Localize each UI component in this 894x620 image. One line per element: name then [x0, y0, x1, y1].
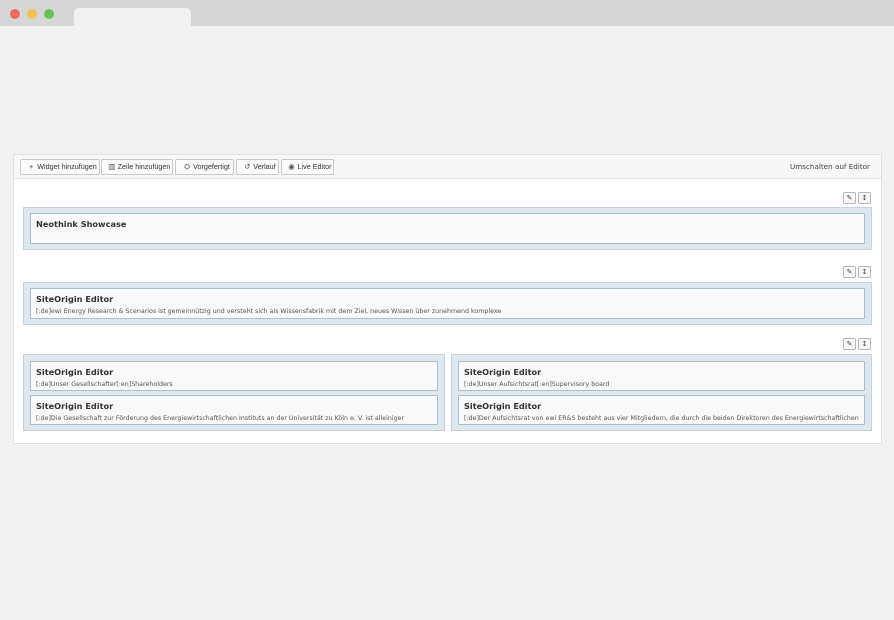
- close-window-icon[interactable]: [10, 9, 20, 19]
- wrench-icon[interactable]: ✎: [843, 192, 856, 204]
- widget-description: [:de]Unser Gesellschafter[:en]Shareholde…: [36, 381, 173, 388]
- live-editor-button[interactable]: ◉ Live Editor: [281, 159, 334, 175]
- live-editor-label: Live Editor: [297, 162, 332, 171]
- prebuilt-label: Vorgefertigt: [193, 162, 230, 171]
- row-2: SiteOrigin Editor [:de]ewi Energy Resear…: [23, 282, 872, 325]
- browser-chrome: [0, 0, 894, 26]
- wrench-icon[interactable]: ✎: [843, 266, 856, 278]
- widget-description: [:de]ewi Energy Research & Scenarios ist…: [36, 308, 502, 315]
- prebuilt-button[interactable]: ⛭ Vorgefertigt: [175, 159, 234, 175]
- row-3-cell-1: SiteOrigin Editor [:de]Unser Gesellschaf…: [23, 354, 445, 431]
- history-label: Verlauf: [253, 162, 276, 171]
- widget-siteorigin-editor[interactable]: SiteOrigin Editor [:de]ewi Energy Resear…: [30, 288, 865, 319]
- widget-title: SiteOrigin Editor: [36, 294, 114, 304]
- plus-icon: +: [29, 162, 34, 171]
- widget-title: SiteOrigin Editor: [464, 367, 542, 377]
- wrench-icon[interactable]: ✎: [843, 338, 856, 350]
- widget-siteorigin-editor[interactable]: SiteOrigin Editor [:de]Unser Aufsichtsra…: [458, 361, 865, 391]
- add-row-button[interactable]: ▥ Zeile hinzufügen: [101, 159, 173, 175]
- widget-siteorigin-editor[interactable]: SiteOrigin Editor [:de]Die Gesellschaft …: [30, 395, 438, 425]
- widget-title: Neothink Showcase: [36, 219, 127, 229]
- eye-icon: ◉: [288, 162, 295, 171]
- history-button[interactable]: ↺ Verlauf: [236, 159, 279, 175]
- builder-toolbar: + Widget hinzufügen ▥ Zeile hinzufügen ⛭ Vo…: [14, 155, 881, 179]
- widget-title: SiteOrigin Editor: [36, 401, 114, 411]
- widget-description: [:de]Die Gesellschaft zur Förderung des …: [36, 415, 405, 422]
- layouts-icon: ⛭: [184, 162, 191, 171]
- move-icon[interactable]: ↕: [858, 338, 871, 350]
- history-icon: ↺: [244, 162, 251, 171]
- widget-title: SiteOrigin Editor: [36, 367, 114, 377]
- browser-tab[interactable]: [74, 8, 191, 26]
- row-1: Neothink Showcase: [23, 207, 872, 250]
- maximize-window-icon[interactable]: [44, 9, 54, 19]
- add-row-label: Zeile hinzufügen: [117, 162, 171, 171]
- add-widget-button[interactable]: + Widget hinzufügen: [20, 159, 100, 175]
- widget-title: SiteOrigin Editor: [464, 401, 542, 411]
- widget-description: [:de]Der Aufsichtsrat von ewi ER&S beste…: [464, 415, 859, 422]
- minimize-window-icon[interactable]: [27, 9, 37, 19]
- switch-to-editor-link[interactable]: Umschalten auf Editor: [790, 160, 870, 174]
- add-widget-label: Widget hinzufügen: [37, 162, 97, 171]
- page-builder: + Widget hinzufügen ▥ Zeile hinzufügen ⛭ Vo…: [13, 154, 882, 444]
- widget-neothink-showcase[interactable]: Neothink Showcase: [30, 213, 865, 244]
- widget-siteorigin-editor[interactable]: SiteOrigin Editor [:de]Der Aufsichtsrat …: [458, 395, 865, 425]
- move-icon[interactable]: ↕: [858, 266, 871, 278]
- move-icon[interactable]: ↕: [858, 192, 871, 204]
- widget-description: [:de]Unser Aufsichtsrat[:en]Supervisory …: [464, 381, 610, 388]
- row-3-cell-2: SiteOrigin Editor [:de]Unser Aufsichtsra…: [451, 354, 872, 431]
- columns-icon: ▥: [108, 162, 116, 171]
- widget-siteorigin-editor[interactable]: SiteOrigin Editor [:de]Unser Gesellschaf…: [30, 361, 438, 391]
